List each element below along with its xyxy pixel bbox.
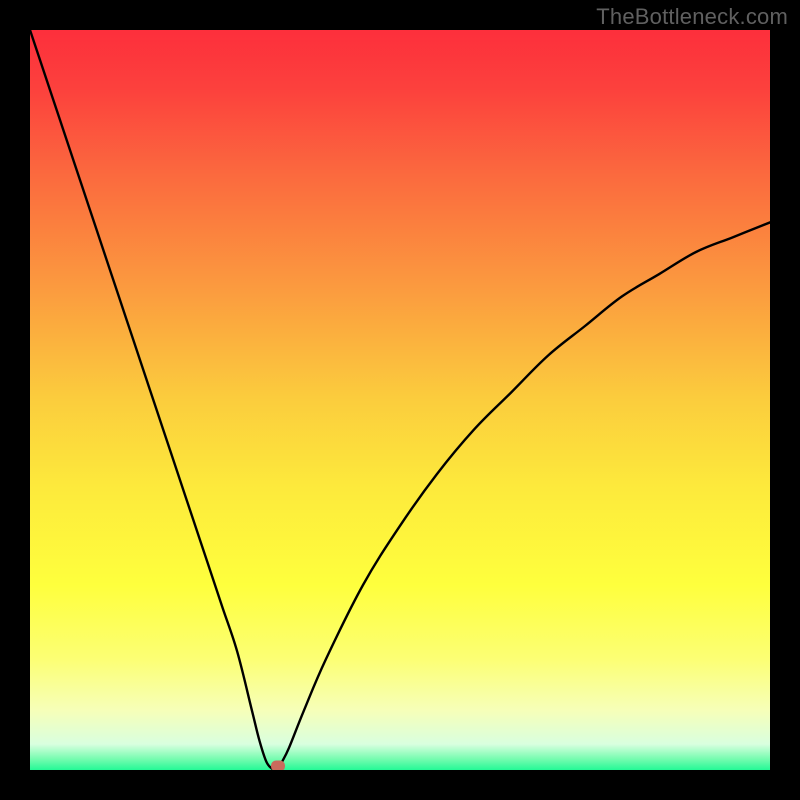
plot-area [30,30,770,770]
minimum-marker [271,761,285,771]
bottleneck-curve [30,30,770,770]
watermark-text: TheBottleneck.com [596,4,788,30]
curve-layer [30,30,770,770]
chart-frame: TheBottleneck.com [0,0,800,800]
